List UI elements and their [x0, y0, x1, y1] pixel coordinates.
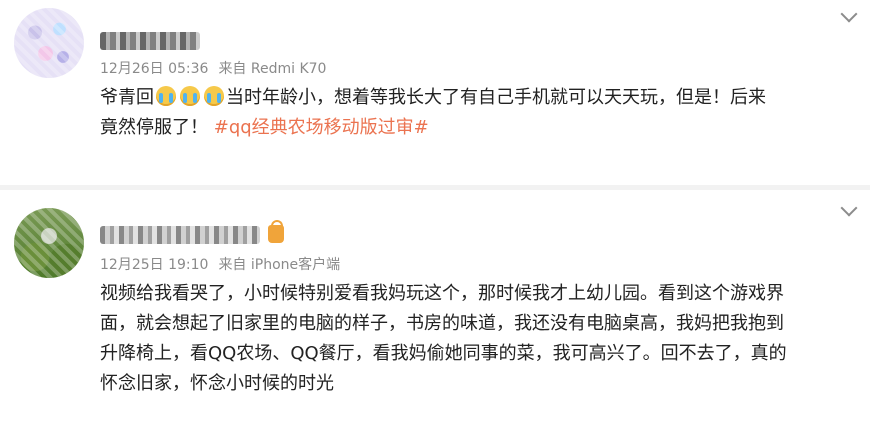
- comment-line: 竟然停服了！ #qq经典农场移动版过审#: [100, 113, 860, 143]
- crying-face-icon: [204, 86, 224, 106]
- avatar[interactable]: [14, 208, 84, 278]
- source-device: 来自 iPhone客户端: [218, 257, 341, 273]
- comment-line: 升降椅上，看QQ农场、QQ餐厅，看我妈偷她同事的菜，我可高兴了。回不去了，真的: [100, 343, 787, 364]
- comment-line: 视频给我看哭了，小时候特别爱看我妈玩这个，那时候我才上幼儿园。看到这个游戏界: [100, 283, 784, 304]
- text-rest: 当时年龄小，想着等我长大了有自己手机就可以天天玩，但是！后来: [226, 87, 766, 108]
- comment-line: 怀念旧家，怀念小时候的时光: [100, 373, 334, 394]
- username-redacted[interactable]: [100, 32, 200, 50]
- hashtag-link[interactable]: #qq经典农场移动版过审#: [214, 117, 429, 138]
- comment-card: 12月25日 19:10 来自 iPhone客户端 视频给我看哭了，小时候特别爱看…: [0, 190, 870, 442]
- crying-face-icon: [156, 86, 176, 106]
- comment-line: 爷青回 当时年龄小，想着等我长大了有自己手机就可以天天玩，但是！后来: [100, 83, 860, 113]
- chevron-down-icon[interactable]: [842, 202, 856, 216]
- comment-meta: 12月25日 19:10 来自 iPhone客户端: [100, 254, 340, 274]
- text-prefix: 爷青回: [100, 87, 154, 108]
- timestamp: 12月25日 19:10: [100, 257, 209, 273]
- timestamp: 12月26日 05:36: [100, 61, 209, 77]
- lock-badge-icon: [268, 220, 284, 243]
- crying-face-icon: [180, 86, 200, 106]
- avatar-blur-overlay: [14, 8, 84, 78]
- comment-card: 12月26日 05:36 来自 Redmi K70 爷青回 当时年龄小，想着等我长大…: [0, 0, 870, 185]
- comment-text: 视频给我看哭了，小时候特别爱看我妈玩这个，那时候我才上幼儿园。看到这个游戏界 面…: [100, 279, 860, 399]
- comment-meta: 12月26日 05:36 来自 Redmi K70: [100, 58, 326, 78]
- avatar-blur-overlay: [14, 208, 84, 278]
- comment-text: 爷青回 当时年龄小，想着等我长大了有自己手机就可以天天玩，但是！后来 竟然停服了！…: [100, 83, 860, 143]
- comment-line: 面，就会想起了旧家里的电脑的样子，书房的味道，我还没有电脑桌高，我妈把我抱到: [100, 313, 784, 334]
- chevron-down-icon[interactable]: [842, 8, 856, 22]
- username-redacted[interactable]: [100, 226, 260, 244]
- text-prefix: 竟然停服了！: [100, 117, 208, 138]
- source-device: 来自 Redmi K70: [218, 61, 327, 77]
- avatar[interactable]: [14, 8, 84, 78]
